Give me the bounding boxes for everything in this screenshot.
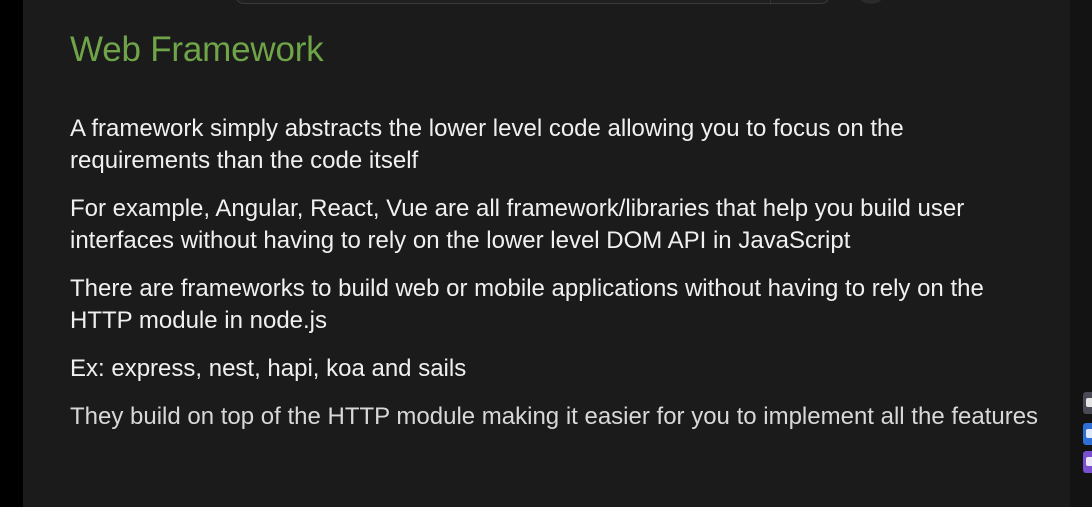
paragraph-http-module: They build on top of the HTTP module mak…	[70, 403, 1039, 430]
paragraph-backend-frameworks: There are frameworks to build web or mob…	[70, 275, 984, 334]
screen: Web Framework A framework simply abstrac…	[0, 0, 1092, 507]
blue-app-icon[interactable]	[1083, 423, 1092, 445]
address-bar[interactable]	[235, 0, 830, 5]
slide-body: A framework simply abstracts the lower l…	[70, 113, 1045, 449]
purple-app-icon[interactable]	[1083, 451, 1092, 473]
paragraph-frontend-examples: For example, Angular, React, Vue are all…	[70, 195, 965, 254]
left-border	[0, 0, 23, 507]
slide-title: Web Framework	[70, 30, 324, 69]
toolbar-icon[interactable]	[1083, 392, 1092, 414]
address-bar-divider	[770, 0, 771, 5]
paragraph-framework-definition: A framework simply abstracts the lower l…	[70, 115, 904, 174]
paragraph-framework-list: Ex: express, nest, hapi, koa and sails	[70, 355, 467, 382]
